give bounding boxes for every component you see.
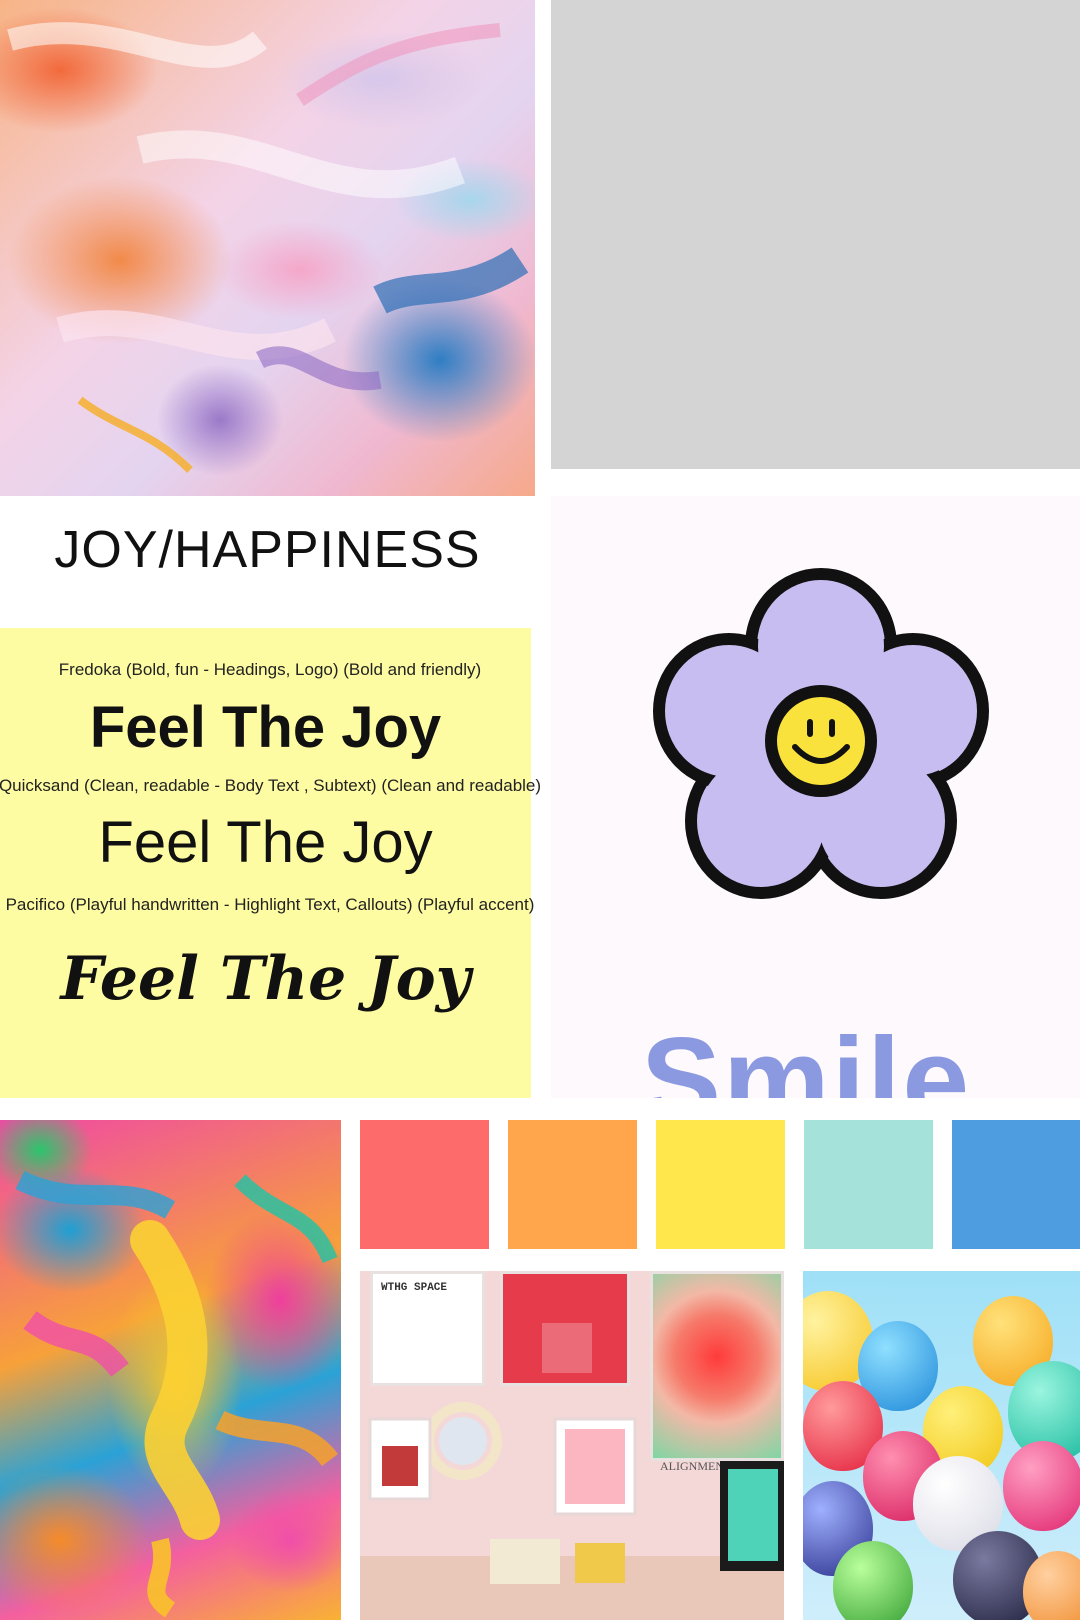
paint-splash-image bbox=[0, 1120, 341, 1620]
font-note-pacifico: Pacifico (Playful handwritten - Highligh… bbox=[5, 895, 535, 914]
font-note-fredoka: Fredoka (Bold, fun - Headings, Logo) (Bo… bbox=[58, 660, 482, 679]
font-sample-fredoka: Feel The Joy bbox=[89, 695, 442, 760]
balloon-magenta bbox=[1003, 1441, 1080, 1531]
color-swatch-mint bbox=[804, 1120, 933, 1249]
smiley-flower-image: Smile bbox=[551, 496, 1080, 1098]
font-note-quicksand: Quicksand (Clean, readable - Body Text ,… bbox=[0, 776, 542, 795]
splash-strokes bbox=[15, 1170, 338, 1618]
image-placeholder bbox=[551, 0, 1080, 469]
smile-word: Smile bbox=[641, 1013, 972, 1098]
page-title: JOY/HAPPINESS bbox=[54, 521, 481, 579]
balloons-photo bbox=[803, 1271, 1080, 1620]
color-swatch-orange bbox=[508, 1120, 637, 1249]
font-sample-quicksand: Feel The Joy bbox=[98, 810, 433, 875]
color-swatch-yellow bbox=[656, 1120, 785, 1249]
paint-strokes bbox=[7, 22, 529, 473]
room-photo: WTHG SPACE ALIGNMEN bbox=[360, 1271, 784, 1620]
smiley-flower-icon bbox=[653, 568, 989, 899]
balloon-green bbox=[833, 1541, 913, 1620]
typography-panel: Fredoka (Bold, fun - Headings, Logo) (Bo… bbox=[0, 628, 541, 1098]
abstract-painting-image bbox=[0, 0, 535, 496]
color-swatch-blue bbox=[952, 1120, 1080, 1249]
font-sample-pacifico: Feel The Joy bbox=[60, 944, 471, 1014]
room-decor bbox=[360, 1323, 784, 1620]
color-swatch-coral bbox=[360, 1120, 489, 1249]
